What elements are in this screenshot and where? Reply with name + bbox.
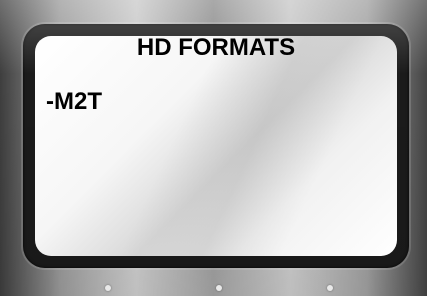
display-screen: HD FORMATS -M2T (35, 36, 397, 256)
indicator-dot (216, 285, 222, 291)
screen-title: HD FORMATS (136, 36, 296, 61)
indicator-dot (105, 285, 111, 291)
device-frame: HD FORMATS -M2T (0, 0, 427, 296)
indicator-dot (327, 285, 333, 291)
format-list-item: -M2T (46, 88, 102, 115)
